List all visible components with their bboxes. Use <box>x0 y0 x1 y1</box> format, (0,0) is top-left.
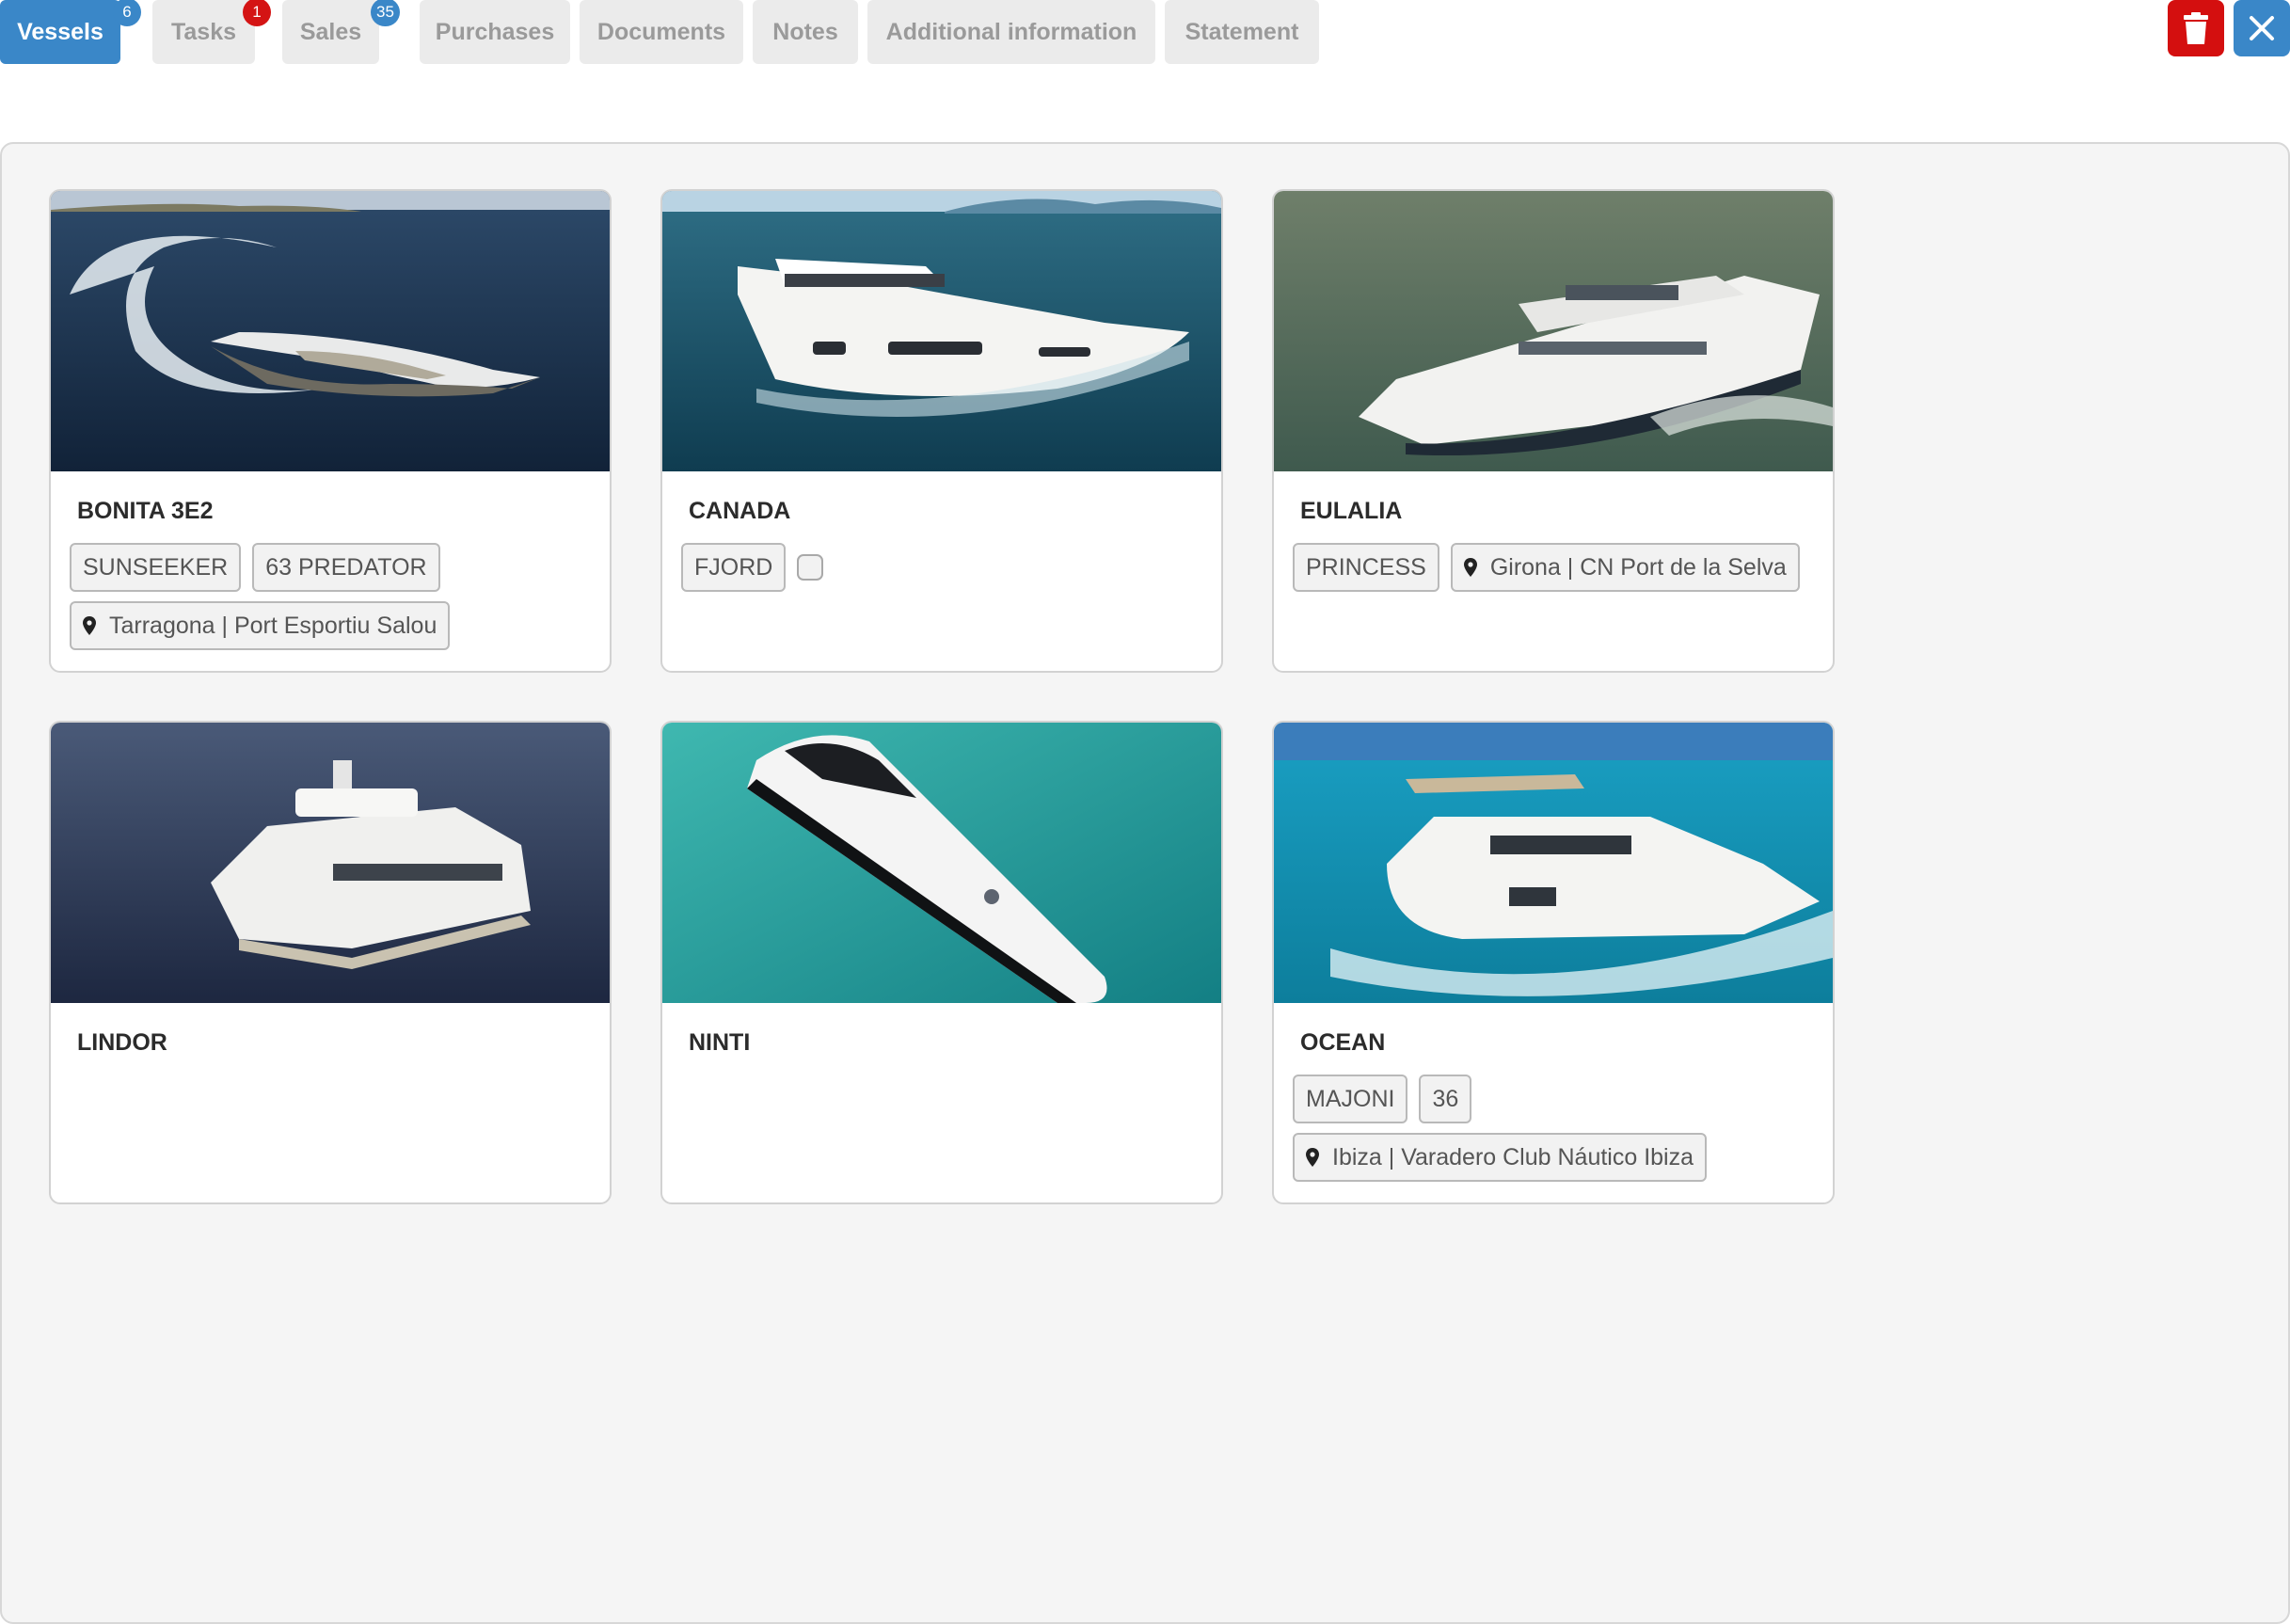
tab-statement[interactable]: Statement <box>1165 0 1319 64</box>
vessel-brand-chip: MAJONI <box>1293 1075 1408 1123</box>
vessel-location-chip: Ibiza | Varadero Club Náutico Ibiza <box>1293 1133 1708 1182</box>
tab-purchases[interactable]: Purchases <box>420 0 570 64</box>
vessel-photo <box>1274 191 1833 471</box>
map-pin-icon <box>1463 558 1477 577</box>
vessel-brand-chip: FJORD <box>681 543 787 592</box>
map-pin-icon <box>1306 1148 1319 1167</box>
vessel-card[interactable]: LINDOR <box>49 721 612 1204</box>
vessels-count-badge: 6 <box>113 0 141 26</box>
vessel-brand-chip: SUNSEEKER <box>70 543 242 592</box>
tab-bar: Vessels 6 Tasks 1 Sales 35 Purchases Doc… <box>0 0 2290 64</box>
tab-label: Documents <box>596 18 726 45</box>
vessel-model-chip-empty <box>797 554 824 581</box>
tab-label: Tasks <box>170 18 237 45</box>
tab-label: Notes <box>772 18 838 45</box>
tab-label: Sales <box>299 18 362 45</box>
close-button[interactable] <box>2234 0 2290 56</box>
tab-vessels[interactable]: Vessels 6 <box>0 0 141 64</box>
vessel-photo <box>51 723 610 1003</box>
tab-label: Vessels <box>17 18 103 45</box>
vessel-photo <box>51 191 610 471</box>
vessel-card[interactable]: OCEAN MAJONI 36 Ibiza | Varadero Club Ná… <box>1272 721 1835 1204</box>
vessel-card[interactable]: CANADA FJORD <box>660 189 1223 673</box>
vessel-name: EULALIA <box>1300 498 1403 524</box>
sales-count-badge: 35 <box>371 0 400 26</box>
vessel-location-text: Tarragona | Port Esportiu Salou <box>109 612 437 639</box>
vessel-location-chip: Girona | CN Port de la Selva <box>1450 543 1800 592</box>
tab-additional-information[interactable]: Additional information <box>867 0 1155 64</box>
map-pin-icon <box>83 616 96 635</box>
tab-label: Additional information <box>885 18 1137 45</box>
tab-notes[interactable]: Notes <box>753 0 858 64</box>
tab-label: Purchases <box>435 18 555 45</box>
tab-documents[interactable]: Documents <box>580 0 743 64</box>
vessel-model-chip: 36 <box>1419 1075 1472 1123</box>
delete-button[interactable] <box>2168 0 2224 56</box>
tab-label: Statement <box>1185 18 1299 45</box>
vessels-panel: BONITA 3E2 SUNSEEKER 63 PREDATOR Tarrago… <box>0 142 2290 1624</box>
vessel-photo <box>662 191 1221 471</box>
tasks-count-badge: 1 <box>243 0 271 26</box>
close-icon <box>2250 16 2274 40</box>
vessel-card[interactable]: NINTI <box>660 721 1223 1204</box>
vessel-name: LINDOR <box>77 1029 167 1056</box>
tab-sales[interactable]: Sales 35 <box>282 0 400 64</box>
vessel-photo <box>662 723 1221 1003</box>
vessel-photo <box>1274 723 1833 1003</box>
vessel-card[interactable]: EULALIA PRINCESS Girona | CN Port de la … <box>1272 189 1835 673</box>
vessel-model-chip: 63 PREDATOR <box>252 543 440 592</box>
vessel-location-text: Ibiza | Varadero Club Náutico Ibiza <box>1332 1143 1694 1170</box>
vessel-location-text: Girona | CN Port de la Selva <box>1489 553 1787 581</box>
vessel-location-chip: Tarragona | Port Esportiu Salou <box>70 601 451 650</box>
tab-tasks[interactable]: Tasks 1 <box>152 0 271 64</box>
vessel-name: NINTI <box>689 1029 751 1056</box>
vessel-name: BONITA 3E2 <box>77 498 214 524</box>
trash-icon <box>2184 12 2208 44</box>
vessel-brand-chip: PRINCESS <box>1293 543 1439 592</box>
vessel-name: CANADA <box>689 498 791 524</box>
vessel-card[interactable]: BONITA 3E2 SUNSEEKER 63 PREDATOR Tarrago… <box>49 189 612 673</box>
vessel-name: OCEAN <box>1300 1029 1386 1056</box>
